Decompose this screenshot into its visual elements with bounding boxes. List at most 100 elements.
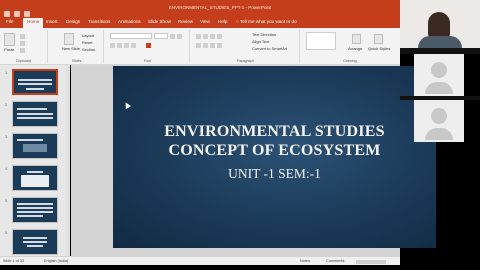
paste-button[interactable]: Paste bbox=[4, 47, 14, 52]
italic-icon[interactable] bbox=[117, 43, 122, 48]
tab-file[interactable]: File bbox=[6, 19, 13, 24]
paste-icon[interactable] bbox=[4, 33, 15, 46]
align-right-icon[interactable] bbox=[210, 43, 215, 48]
presenter-head bbox=[428, 12, 450, 38]
tab-design[interactable]: Design bbox=[66, 19, 80, 24]
reset-button[interactable]: Reset bbox=[82, 40, 92, 45]
slide-title-line-1[interactable]: ENVIRONMENTAL STUDIES bbox=[113, 123, 436, 141]
tab-transitions[interactable]: Transitions bbox=[88, 19, 110, 24]
view-buttons[interactable] bbox=[356, 260, 386, 264]
align-center-icon[interactable] bbox=[203, 43, 208, 48]
thumbnail-text-line bbox=[18, 79, 52, 81]
arrange-button[interactable]: Arrange bbox=[348, 46, 362, 51]
thumbnail-scrollbar[interactable] bbox=[66, 65, 70, 256]
justify-icon[interactable] bbox=[217, 43, 222, 48]
text-direction-button[interactable]: Text Direction bbox=[252, 32, 276, 37]
slide-thumbnail[interactable] bbox=[12, 101, 58, 127]
thumbnail-text-line bbox=[17, 113, 53, 115]
clipboard-label: Clipboard bbox=[15, 59, 32, 63]
thumbnail-text-line bbox=[27, 245, 43, 247]
slide-thumbnail[interactable] bbox=[12, 69, 58, 95]
slide-title-line-2[interactable]: CONCEPT OF ECOSYSTEM bbox=[113, 142, 436, 160]
language-indicator[interactable]: English (India) bbox=[44, 259, 68, 263]
tab-home[interactable]: Home bbox=[23, 18, 44, 28]
copy-icon[interactable] bbox=[20, 41, 25, 46]
slide-count: Slide 1 of 33 bbox=[3, 259, 25, 263]
participant-avatar-body bbox=[425, 128, 453, 140]
thumbnail-row[interactable]: 5 bbox=[0, 197, 70, 227]
cut-icon[interactable] bbox=[20, 34, 25, 39]
font-name-dropdown[interactable] bbox=[110, 33, 152, 39]
group-slides: New Slide Layout Reset Section Slides bbox=[50, 30, 104, 63]
group-paragraph: Text Direction Align Text Convert to Sma… bbox=[192, 30, 300, 63]
tell-me-box[interactable]: ○ Tell me what you want to do bbox=[236, 19, 297, 24]
font-size-dropdown[interactable] bbox=[154, 33, 168, 39]
thumbnail-row[interactable]: 3 bbox=[0, 133, 70, 163]
thumbnail-text-line bbox=[26, 88, 44, 90]
convert-smartart-button[interactable]: Convert to SmartArt bbox=[252, 46, 287, 51]
comments-button[interactable]: Comments bbox=[326, 259, 344, 263]
paragraph-label: Paragraph bbox=[237, 59, 254, 63]
group-font: Font bbox=[106, 30, 190, 63]
video-tile-participant bbox=[414, 100, 464, 142]
quick-access-toolbar[interactable] bbox=[4, 4, 44, 17]
format-painter-icon[interactable] bbox=[20, 48, 25, 53]
font-label: Font bbox=[143, 59, 152, 63]
quick-styles-button[interactable]: Quick Styles bbox=[368, 46, 390, 51]
tab-slide-show[interactable]: Slide Show bbox=[148, 19, 171, 24]
align-left-icon[interactable] bbox=[196, 43, 201, 48]
slide-thumbnail[interactable] bbox=[12, 229, 58, 255]
section-button[interactable]: Section bbox=[82, 47, 95, 52]
tab-animations[interactable]: Animations bbox=[118, 19, 141, 24]
thumbnail-text-line bbox=[17, 211, 53, 213]
tab-view[interactable]: View bbox=[200, 19, 210, 24]
layout-button[interactable]: Layout bbox=[82, 33, 94, 38]
grow-font-icon[interactable] bbox=[170, 34, 175, 39]
thumbnail-number: 1 bbox=[5, 70, 8, 75]
font-color-icon[interactable] bbox=[146, 43, 151, 48]
window-title: ENVIRONMENTAL_STUDIES_PPT-1 - PowerPoint bbox=[168, 5, 272, 10]
slide-thumbnail[interactable] bbox=[12, 197, 58, 223]
thumbnail-text-line bbox=[23, 241, 47, 243]
thumbnail-image bbox=[23, 144, 47, 152]
notes-button[interactable]: Notes bbox=[300, 259, 310, 263]
bullets-icon[interactable] bbox=[196, 34, 201, 39]
thumbnail-text-line bbox=[17, 108, 47, 110]
strikethrough-icon[interactable] bbox=[131, 43, 136, 48]
decrease-indent-icon[interactable] bbox=[210, 34, 215, 39]
presenter-body bbox=[418, 36, 462, 48]
new-slide-icon[interactable] bbox=[64, 33, 74, 45]
current-slide[interactable]: ENVIRONMENTAL STUDIES CONCEPT OF ECOSYST… bbox=[113, 66, 436, 248]
thumbnail-number: 6 bbox=[5, 230, 8, 235]
increase-indent-icon[interactable] bbox=[217, 34, 222, 39]
arrange-icon[interactable] bbox=[352, 34, 361, 44]
thumbnail-row[interactable]: 2 bbox=[0, 101, 70, 131]
thumbnail-number: 3 bbox=[5, 134, 8, 139]
tab-review[interactable]: Review bbox=[178, 19, 193, 24]
tell-me-text: Tell me what you want to do bbox=[239, 19, 297, 24]
thumbnail-text-line bbox=[17, 207, 53, 209]
thumbnail-image bbox=[21, 175, 49, 187]
shrink-font-icon[interactable] bbox=[177, 34, 182, 39]
underline-icon[interactable] bbox=[124, 43, 129, 48]
quick-styles-icon[interactable] bbox=[374, 34, 383, 44]
thumbnail-row[interactable]: 6 bbox=[0, 229, 70, 259]
tab-insert[interactable]: Insert bbox=[46, 19, 58, 24]
video-tile-presenter bbox=[400, 0, 480, 48]
thumbnail-number: 4 bbox=[5, 166, 8, 171]
bold-icon[interactable] bbox=[110, 43, 115, 48]
align-text-button[interactable]: Align Text bbox=[252, 39, 269, 44]
thumbnail-text-line bbox=[18, 83, 52, 85]
thumbnail-text-line bbox=[23, 237, 47, 239]
tab-help[interactable]: Help bbox=[218, 19, 227, 24]
thumbnail-text-line bbox=[17, 117, 53, 119]
thumbnail-text-line bbox=[17, 203, 53, 205]
numbering-icon[interactable] bbox=[203, 34, 208, 39]
new-slide-button[interactable]: New Slide bbox=[62, 46, 80, 51]
slide-subtitle[interactable]: UNIT -1 SEM:-1 bbox=[113, 166, 436, 182]
slide-thumbnail[interactable] bbox=[12, 133, 58, 159]
shapes-gallery[interactable] bbox=[306, 32, 336, 50]
thumbnail-row[interactable]: 1 bbox=[0, 69, 70, 99]
thumbnail-row[interactable]: 4 bbox=[0, 165, 70, 195]
slide-thumbnail[interactable] bbox=[12, 165, 58, 191]
